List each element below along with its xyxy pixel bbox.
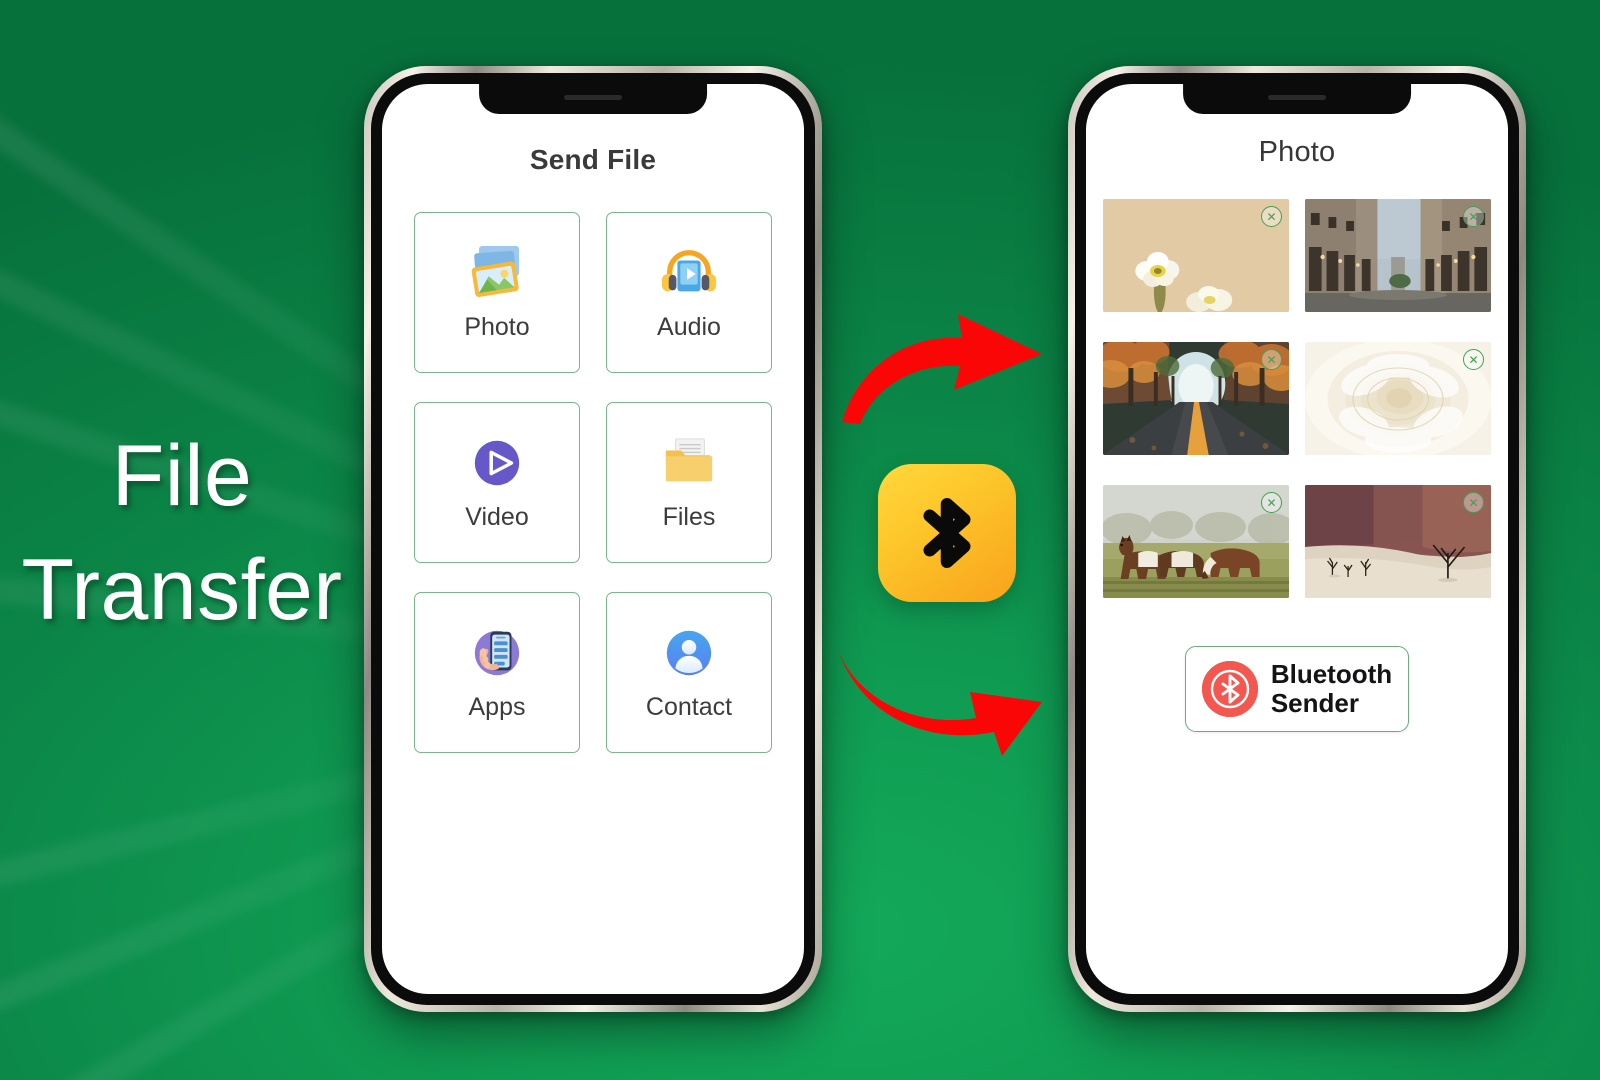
earpiece-speaker <box>564 94 622 100</box>
person-circle-icon <box>656 623 722 683</box>
photo-stack-icon <box>464 243 530 303</box>
file-type-grid: Photo Audio Video Files Apps Contact <box>414 212 772 753</box>
phone-notch <box>479 84 707 114</box>
receiver-phone-mockup: Photo ✕ ✕ ✕ ✕ ✕ ✕ Bluetooth Sender <box>1068 66 1526 1012</box>
file-type-label: Audio <box>657 313 721 341</box>
file-type-photo[interactable]: Photo <box>414 212 580 373</box>
bluetooth-sender-label: Bluetooth Sender <box>1270 658 1393 718</box>
file-type-label: Contact <box>645 693 733 721</box>
sender-phone-mockup: Send File Photo Audio Video Files Apps C… <box>364 66 822 1012</box>
photo-thumbnail[interactable]: ✕ <box>1103 485 1289 598</box>
bluetooth-glyph-icon <box>923 497 971 569</box>
photo-thumbnail[interactable]: ✕ <box>1103 199 1289 312</box>
headphones-icon <box>656 243 722 303</box>
file-type-label: Files <box>662 503 716 531</box>
file-type-files[interactable]: Files <box>606 402 772 563</box>
send-file-title: Send File <box>529 144 657 175</box>
photo-screen-title: Photo <box>1258 136 1336 168</box>
remove-photo-icon[interactable]: ✕ <box>1463 492 1484 513</box>
receiver-screen: Photo ✕ ✕ ✕ ✕ ✕ ✕ Bluetooth Sender <box>1086 84 1508 994</box>
phone-bezel: Photo ✕ ✕ ✕ ✕ ✕ ✕ Bluetooth Sender <box>1075 73 1519 1005</box>
photo-grid: ✕ ✕ ✕ ✕ ✕ ✕ <box>1103 199 1491 598</box>
file-type-video[interactable]: Video <box>414 402 580 563</box>
photo-thumbnail[interactable]: ✕ <box>1305 485 1491 598</box>
file-type-label: Apps <box>468 693 526 721</box>
remove-photo-icon[interactable]: ✕ <box>1261 349 1282 370</box>
file-type-apps[interactable]: Apps <box>414 592 580 753</box>
promo-stage: File Transfer Send File Photo Audio Vide… <box>0 0 1600 1080</box>
remove-photo-icon[interactable]: ✕ <box>1463 349 1484 370</box>
earpiece-speaker <box>1268 94 1326 100</box>
file-type-audio[interactable]: Audio <box>606 212 772 373</box>
bluetooth-sender-button[interactable]: Bluetooth Sender <box>1185 646 1409 732</box>
remove-photo-icon[interactable]: ✕ <box>1261 206 1282 227</box>
file-type-contact[interactable]: Contact <box>606 592 772 753</box>
file-type-label: Photo <box>464 313 530 341</box>
arrow-to-receiver-bottom <box>838 650 1042 756</box>
bluetooth-app-icon[interactable] <box>878 464 1016 602</box>
folder-icon <box>656 433 722 493</box>
phone-notch <box>1183 84 1411 114</box>
arrow-to-receiver-top <box>842 314 1042 424</box>
photo-thumbnail[interactable]: ✕ <box>1103 342 1289 455</box>
phone-bezel: Send File Photo Audio Video Files Apps C… <box>371 73 815 1005</box>
hand-phone-icon <box>464 623 530 683</box>
page-title: File Transfer <box>21 428 343 638</box>
file-type-label: Video <box>465 503 529 531</box>
remove-photo-icon[interactable]: ✕ <box>1463 206 1484 227</box>
bluetooth-icon <box>1201 661 1258 717</box>
play-circle-icon <box>464 433 530 493</box>
photo-thumbnail[interactable]: ✕ <box>1305 199 1491 312</box>
photo-thumbnail[interactable]: ✕ <box>1305 342 1491 455</box>
remove-photo-icon[interactable]: ✕ <box>1261 492 1282 513</box>
sender-screen: Send File Photo Audio Video Files Apps C… <box>382 84 804 994</box>
